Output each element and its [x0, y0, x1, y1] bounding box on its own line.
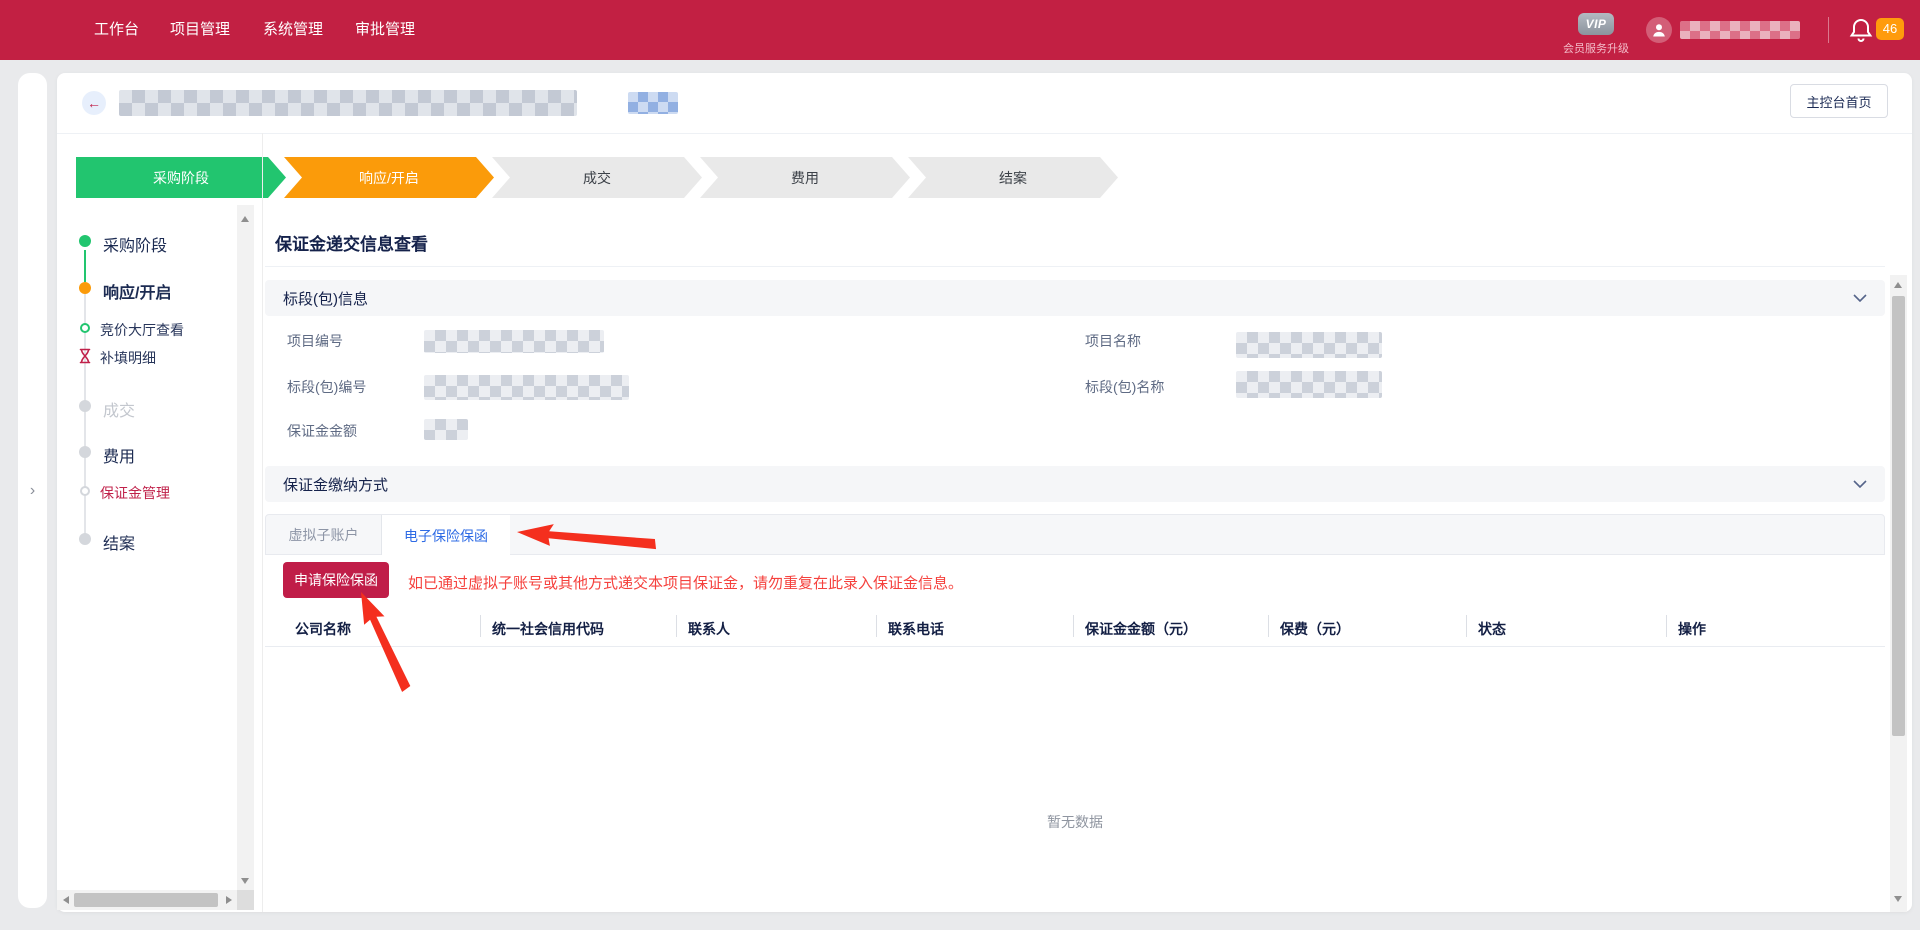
substep-ring-gray-icon — [80, 486, 90, 496]
sidebar-item-deal[interactable]: 成交 — [103, 397, 135, 421]
top-navbar: 工作台 项目管理 系统管理 审批管理 VIP 会员服务升级 46 — [0, 0, 1920, 60]
field-value-package-name-redacted — [1236, 371, 1382, 398]
field-label-package-no: 标段(包)编号 — [287, 377, 366, 397]
section-payment-title: 保证金缴纳方式 — [283, 474, 388, 495]
panel-collapse-strip[interactable]: › — [18, 73, 47, 908]
page-title: 保证金递交信息查看 — [275, 230, 428, 255]
notification-count-badge[interactable]: 46 — [1876, 18, 1904, 40]
duplicate-deposit-warning: 如已通过虚拟子账号或其他方式递交本项目保证金，请勿重复在此录入保证金信息。 — [408, 572, 963, 593]
col-contact-phone: 联系电话 — [876, 612, 1073, 646]
person-icon — [1651, 22, 1667, 38]
app-root: 工作台 项目管理 系统管理 审批管理 VIP 会员服务升级 46 › ← — [0, 0, 1920, 930]
sidebar-divider — [262, 133, 263, 912]
scrollbar-corner — [237, 890, 254, 910]
step-response-open[interactable]: 响应/开启 — [284, 157, 494, 198]
hourglass-icon — [78, 348, 92, 369]
scroll-right-arrow[interactable] — [226, 896, 232, 904]
expand-chevron-icon: › — [30, 482, 35, 500]
col-contact-person: 联系人 — [676, 612, 876, 646]
col-deposit-amount: 保证金金额（元） — [1073, 612, 1268, 646]
scroll-down-arrow[interactable] — [1894, 896, 1902, 902]
stage-dot-current-icon — [79, 282, 91, 294]
sidebar-item-fees[interactable]: 费用 — [103, 443, 135, 467]
stage-dot-completed-icon — [79, 235, 91, 247]
vip-upgrade-caption[interactable]: 会员服务升级 — [1556, 40, 1636, 56]
scroll-up-arrow[interactable] — [1894, 282, 1902, 288]
field-label-project-name: 项目名称 — [1085, 331, 1141, 351]
sidebar-item-response-open[interactable]: 响应/开启 — [103, 279, 171, 303]
timeline-connector-green — [84, 250, 86, 282]
substep-ring-green-icon — [80, 323, 90, 333]
console-home-button[interactable]: 主控台首页 — [1790, 84, 1888, 118]
step-closing[interactable]: 结案 — [908, 157, 1118, 198]
col-status: 状态 — [1466, 612, 1666, 646]
stage-dot-pending-icon — [79, 400, 91, 412]
stage-dot-pending-icon — [79, 533, 91, 545]
field-value-project-name-redacted — [1236, 332, 1382, 358]
tab-virtual-subaccount[interactable]: 虚拟子账户 — [266, 515, 382, 555]
sidebar-item-closing[interactable]: 结案 — [103, 530, 135, 554]
section-payment-method: 保证金缴纳方式 — [265, 466, 1885, 502]
collapse-chevron-icon[interactable] — [1853, 480, 1867, 488]
sidebar-item-procurement-stage[interactable]: 采购阶段 — [103, 232, 167, 256]
notification-bell-icon[interactable] — [1848, 16, 1874, 44]
vip-icon[interactable]: VIP — [1578, 13, 1614, 35]
table-header-divider — [265, 646, 1885, 647]
col-premium: 保费（元） — [1268, 612, 1466, 646]
guarantee-table-header: 公司名称 统一社会信用代码 联系人 联系电话 保证金金额（元） 保费（元） 状态… — [283, 612, 1884, 646]
sidebar-vertical-scrollbar[interactable] — [237, 205, 254, 890]
field-value-project-no-redacted — [424, 330, 604, 353]
page-header-tag-redacted — [628, 92, 678, 114]
nav-item-workbench[interactable]: 工作台 — [94, 0, 139, 60]
field-label-deposit-amount: 保证金金额 — [287, 421, 357, 441]
sidebar-item-deposit-management[interactable]: 保证金管理 — [100, 483, 170, 503]
scroll-down-arrow[interactable] — [241, 878, 249, 884]
nav-item-system-management[interactable]: 系统管理 — [263, 0, 323, 60]
table-empty-state: 暂无数据 — [265, 812, 1885, 832]
nav-item-approval-management[interactable]: 审批管理 — [355, 0, 415, 60]
step-procurement-stage[interactable]: 采购阶段 — [76, 157, 286, 198]
scroll-left-arrow[interactable] — [63, 896, 69, 904]
step-fees[interactable]: 费用 — [700, 157, 910, 198]
tab-electronic-insurance-guarantee[interactable]: 电子保险保函 — [382, 515, 510, 556]
field-value-deposit-amount-redacted — [424, 419, 468, 440]
user-avatar[interactable] — [1646, 17, 1672, 43]
stage-dot-pending-icon — [79, 446, 91, 458]
col-credit-code: 统一社会信用代码 — [480, 612, 676, 646]
step-deal[interactable]: 成交 — [492, 157, 702, 198]
payment-tabs-bar: 虚拟子账户 电子保险保函 — [265, 514, 1885, 555]
field-value-package-no-redacted — [424, 375, 629, 400]
section-package-info: 标段(包)信息 — [265, 280, 1885, 316]
header-divider — [57, 133, 1912, 134]
sidebar-item-bidding-hall-view[interactable]: 竞价大厅查看 — [100, 320, 184, 340]
col-actions: 操作 — [1666, 612, 1884, 646]
nav-divider — [1828, 17, 1829, 43]
vertical-scroll-thumb[interactable] — [1892, 296, 1905, 736]
collapse-chevron-icon[interactable] — [1853, 294, 1867, 302]
back-button[interactable]: ← — [82, 91, 106, 115]
nav-item-project-management[interactable]: 项目管理 — [170, 0, 230, 60]
page-header-title-redacted — [119, 90, 577, 116]
field-label-package-name: 标段(包)名称 — [1085, 377, 1164, 397]
field-label-project-no: 项目编号 — [287, 331, 343, 351]
scroll-up-arrow[interactable] — [241, 216, 249, 222]
username-redacted[interactable] — [1680, 21, 1800, 39]
apply-insurance-guarantee-button[interactable]: 申请保险保函 — [283, 562, 389, 598]
horizontal-scroll-thumb[interactable] — [74, 893, 218, 907]
back-arrow-icon: ← — [87, 95, 101, 111]
sidebar-item-supplement-details[interactable]: 补填明细 — [100, 348, 156, 368]
section-package-title: 标段(包)信息 — [283, 288, 368, 309]
col-company-name: 公司名称 — [283, 612, 480, 646]
title-divider — [265, 266, 1885, 267]
